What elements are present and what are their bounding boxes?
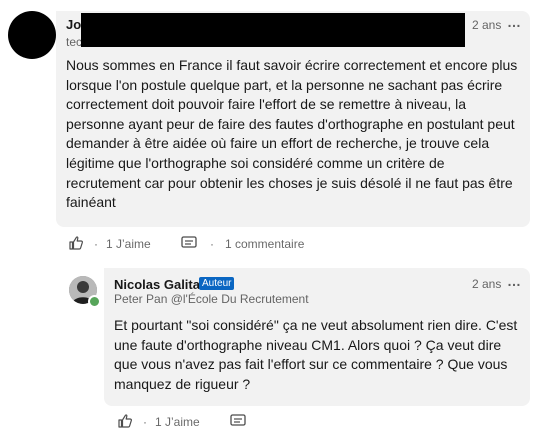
like-separator: ·: [94, 237, 98, 251]
reply-like-count[interactable]: 1 J’aime: [155, 415, 200, 429]
reply-text: Et pourtant "soi considéré" ça ne veut a…: [114, 317, 518, 392]
author-badge: Auteur: [199, 277, 235, 290]
reply-more-options-button[interactable]: …: [507, 273, 522, 289]
reply-icon[interactable]: [181, 236, 197, 250]
commenter-name[interactable]: Jo: [66, 17, 81, 32]
commenter-headline: tec: [66, 35, 83, 49]
reply-separator: ·: [210, 237, 214, 251]
reply-reply-icon[interactable]: [230, 414, 246, 428]
comment-text: Nous sommes en France il faut savoir écr…: [66, 57, 518, 211]
comment-timestamp: 2 ans: [472, 18, 502, 32]
author-name[interactable]: Nicolas Galita: [114, 277, 200, 292]
reply-count[interactable]: 1 commentaire: [225, 237, 304, 251]
like-count[interactable]: 1 J’aime: [106, 237, 151, 251]
reply-timestamp: 2 ans: [472, 277, 502, 291]
reply-like-separator: ·: [143, 415, 147, 429]
redaction-box: [81, 13, 465, 47]
commenter-avatar[interactable]: [8, 11, 56, 59]
reply-like-icon[interactable]: [117, 413, 133, 429]
like-icon[interactable]: [68, 235, 84, 251]
more-options-button[interactable]: …: [507, 14, 522, 30]
author-headline: Peter Pan @l'École Du Recrutement: [114, 292, 309, 306]
online-status-icon: [88, 295, 101, 308]
